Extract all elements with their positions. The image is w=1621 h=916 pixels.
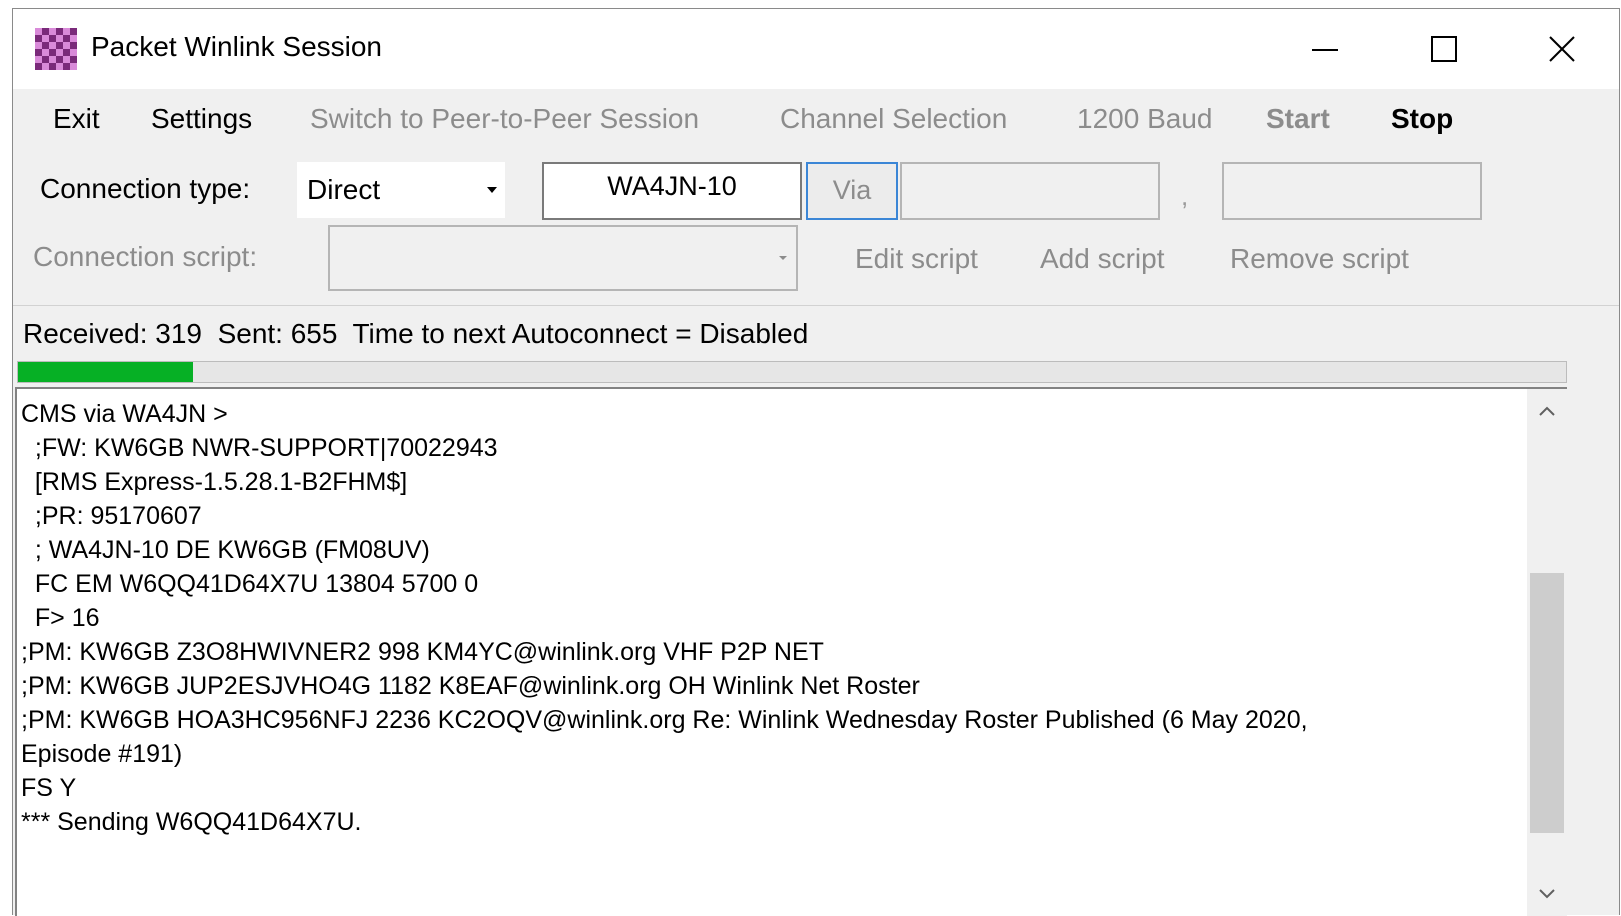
status-text: Received: 319 Sent: 655 Time to next Aut… (23, 318, 809, 349)
log-line: FS Y (21, 774, 77, 802)
menu-baud[interactable]: 1200 Baud (1077, 103, 1212, 135)
progress-fill (18, 362, 193, 382)
connection-type-value: Direct (307, 174, 381, 205)
menu-stop[interactable]: Stop (1391, 103, 1453, 135)
scroll-down-button[interactable] (1527, 872, 1567, 916)
chevron-down-icon (1539, 889, 1555, 899)
log-line: ;PR: 95170607 (21, 502, 202, 530)
close-icon (1549, 36, 1575, 62)
connection-row: Connection type: Direct WA4JN-10 Via , (13, 145, 1619, 225)
connection-type-label: Connection type: (40, 173, 251, 204)
window-title: Packet Winlink Session (91, 31, 383, 62)
session-log[interactable]: CMS via WA4JN > ;FW: KW6GB NWR-SUPPORT|7… (15, 387, 1567, 916)
log-line: [RMS Express-1.5.28.1-B2FHM$] (21, 468, 408, 496)
log-line: ;PM: KW6GB HOA3HC956NFJ 2236 KC2OQV@winl… (21, 706, 1308, 734)
menu-start[interactable]: Start (1266, 103, 1330, 135)
chevron-up-icon (1539, 406, 1555, 416)
menu-exit[interactable]: Exit (53, 103, 100, 135)
title-bar[interactable]: Packet Winlink Session (13, 9, 1619, 89)
target-callsign-field[interactable]: WA4JN-10 (542, 162, 802, 220)
log-line: *** Sending W6QQ41D64X7U. (21, 808, 362, 836)
maximize-button[interactable] (1389, 9, 1499, 89)
log-line: FC EM W6QQ41D64X7U 13804 5700 0 (21, 570, 479, 598)
target-callsign-value: WA4JN-10 (607, 171, 737, 201)
log-line: ;PM: KW6GB JUP2ESJVHO4G 1182 K8EAF@winli… (21, 672, 920, 700)
menu-bar: Exit Settings Switch to Peer-to-Peer Ses… (13, 89, 1619, 145)
via-button[interactable]: Via (806, 162, 898, 220)
log-line: ;PM: KW6GB Z3O8HWIVNER2 998 KM4YC@winlin… (21, 638, 824, 666)
connection-script-label: Connection script: (33, 241, 258, 272)
scroll-up-button[interactable] (1527, 389, 1567, 433)
minimize-icon (1312, 49, 1338, 51)
scroll-thumb[interactable] (1530, 572, 1564, 833)
menu-settings[interactable]: Settings (151, 103, 252, 135)
via-field-2[interactable] (1222, 162, 1482, 220)
via-field-1[interactable] (900, 162, 1160, 220)
log-line: ; WA4JN-10 DE KW6GB (FM08UV) (21, 536, 430, 564)
add-script-button[interactable]: Add script (1040, 243, 1165, 275)
log-line: ;FW: KW6GB NWR-SUPPORT|70022943 (21, 434, 498, 462)
vertical-scrollbar[interactable] (1527, 389, 1567, 916)
app-icon (35, 28, 77, 70)
log-line: F> 16 (21, 604, 100, 632)
chevron-down-icon (770, 227, 796, 289)
progress-bar (17, 361, 1567, 383)
via-separator: , (1181, 181, 1189, 211)
remove-script-button[interactable]: Remove script (1230, 243, 1409, 275)
chevron-down-icon (479, 162, 505, 218)
session-window: Packet Winlink Session Exit Settings Swi… (12, 8, 1620, 916)
log-lines: CMS via WA4JN > ;FW: KW6GB NWR-SUPPORT|7… (21, 397, 1527, 839)
menu-channel-selection[interactable]: Channel Selection (780, 103, 1007, 135)
menu-switch-p2p[interactable]: Switch to Peer-to-Peer Session (310, 103, 699, 135)
log-line: Episode #191) (21, 740, 183, 768)
maximize-icon (1431, 36, 1457, 62)
close-button[interactable] (1507, 9, 1617, 89)
connection-script-select[interactable] (328, 225, 798, 291)
divider (13, 305, 1619, 306)
log-line: CMS via WA4JN > (21, 400, 228, 428)
minimize-button[interactable] (1270, 9, 1380, 89)
script-row: Connection script: Edit script Add scrip… (13, 225, 1619, 305)
edit-script-button[interactable]: Edit script (855, 243, 978, 275)
connection-type-select[interactable]: Direct (297, 162, 505, 218)
